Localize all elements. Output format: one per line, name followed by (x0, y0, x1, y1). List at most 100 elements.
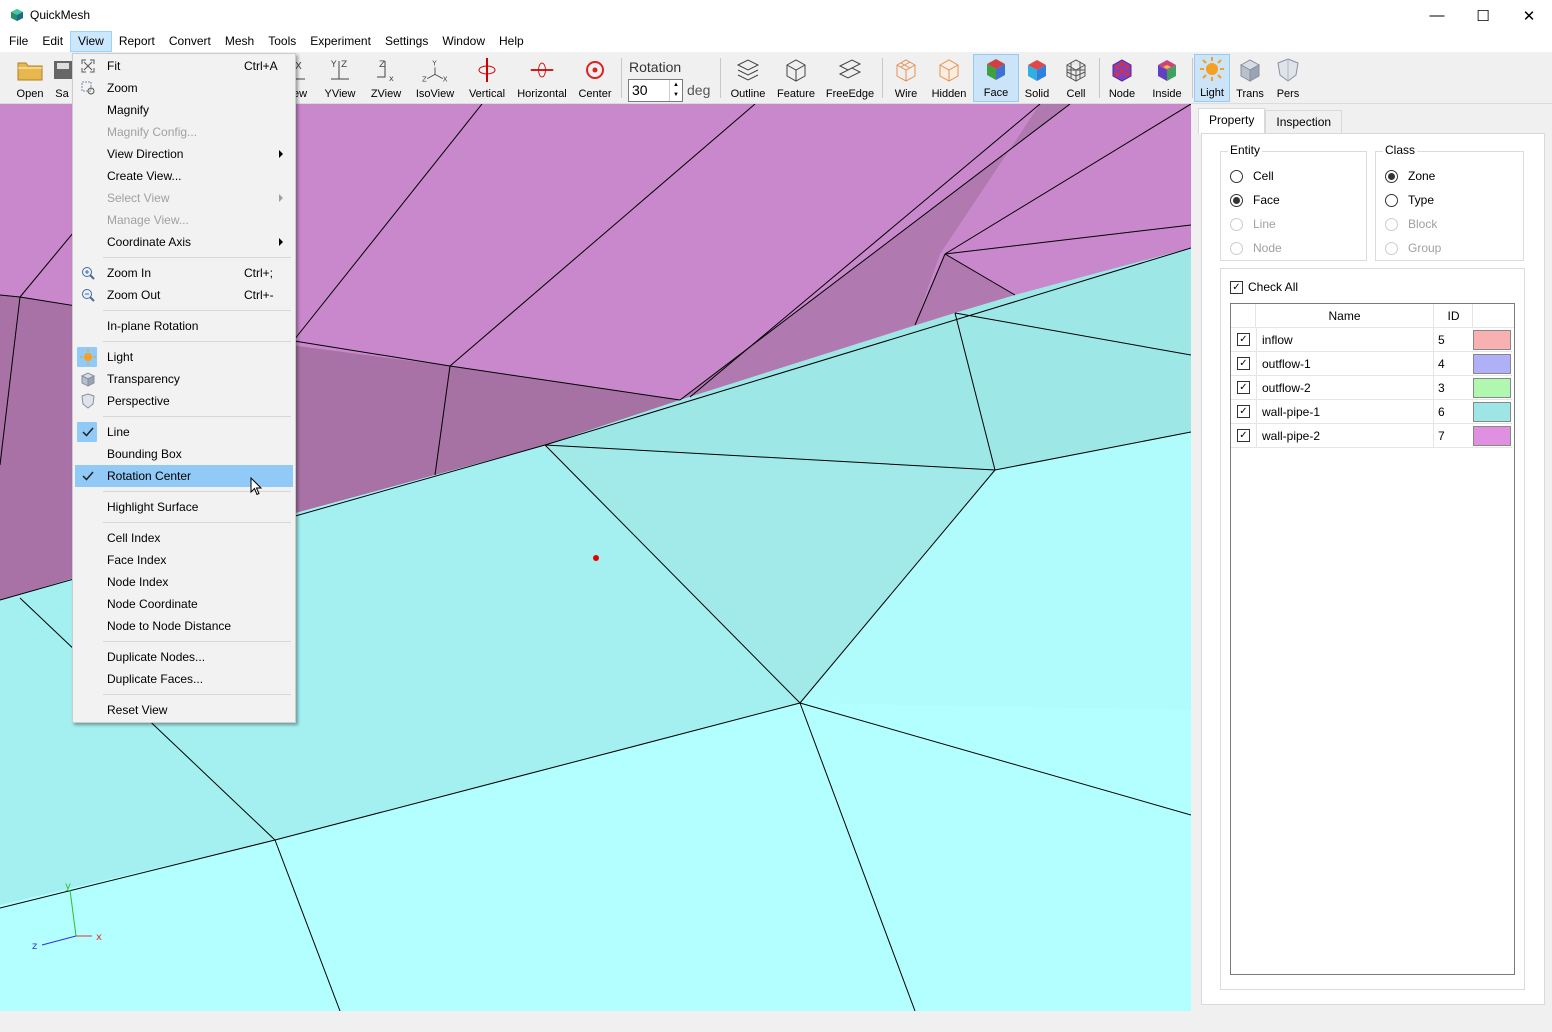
column-header-name[interactable]: Name (1255, 304, 1434, 328)
solid-cube-icon (1024, 56, 1050, 84)
menu-item-magnify[interactable]: Magnify (75, 99, 293, 121)
zone-row[interactable]: ✓ wall-pipe-2 7 (1231, 424, 1512, 448)
checkbox-checked-icon[interactable]: ✓ (1237, 333, 1250, 346)
menu-experiment[interactable]: Experiment (303, 31, 378, 52)
zone-color-swatch[interactable] (1473, 354, 1511, 374)
class-radio-type[interactable]: Type (1385, 192, 1434, 208)
menu-item-magnify-config[interactable]: Magnify Config... (75, 121, 293, 143)
wire-button[interactable]: Wire (888, 54, 924, 102)
menu-item-face-index[interactable]: Face Index (75, 549, 293, 571)
class-radio-zone[interactable]: Zone (1385, 168, 1435, 184)
menu-item-inplane-rotation[interactable]: In-plane Rotation (75, 315, 293, 337)
check-all-checkbox[interactable]: ✓ Check All (1230, 280, 1298, 294)
menu-help[interactable]: Help (492, 31, 531, 52)
cell-button[interactable]: Cell (1058, 54, 1094, 102)
light-label: Light (1200, 87, 1224, 99)
menu-item-duplicate-nodes[interactable]: Duplicate Nodes... (75, 646, 293, 668)
menu-item-zoom-in[interactable]: Zoom In Ctrl+; (75, 262, 293, 284)
rotation-spinner[interactable]: ▲ ▼ (669, 80, 682, 101)
zone-color-swatch[interactable] (1473, 426, 1511, 446)
trans-button[interactable]: Trans (1232, 54, 1268, 102)
minimize-button[interactable]: — (1414, 0, 1460, 31)
freeedge-button[interactable]: FreeEdge (824, 54, 876, 102)
zone-row[interactable]: ✓ outflow-2 3 (1231, 376, 1512, 400)
column-header-id[interactable]: ID (1435, 304, 1473, 328)
open-button[interactable]: Open (10, 54, 50, 102)
rotation-angle-input[interactable]: 30 ▲ ▼ (628, 79, 683, 102)
menu-item-zoom[interactable]: Zoom (75, 77, 293, 99)
zone-row[interactable]: ✓ wall-pipe-1 6 (1231, 400, 1512, 424)
menu-item-cell-index[interactable]: Cell Index (75, 527, 293, 549)
zone-color-swatch[interactable] (1473, 402, 1511, 422)
menu-item-bounding-box[interactable]: Bounding Box (75, 443, 293, 465)
menu-item-node-coordinate[interactable]: Node Coordinate (75, 593, 293, 615)
menu-settings[interactable]: Settings (378, 31, 435, 52)
menu-tools[interactable]: Tools (261, 31, 303, 52)
feature-button[interactable]: Feature (774, 54, 818, 102)
save-button[interactable]: Sa (52, 54, 72, 102)
menu-file[interactable]: File (0, 31, 35, 52)
isoview-button[interactable]: YZ X IsoView (412, 54, 458, 102)
menu-mesh[interactable]: Mesh (218, 31, 261, 52)
maximize-button[interactable]: ☐ (1460, 0, 1506, 31)
zone-id: 4 (1438, 357, 1445, 371)
entity-radio-node[interactable]: Node (1230, 240, 1282, 256)
menu-item-node-index[interactable]: Node Index (75, 571, 293, 593)
menu-edit[interactable]: Edit (35, 31, 70, 52)
pers-button[interactable]: Pers (1270, 54, 1306, 102)
highlight-surface-label: Highlight Surface (107, 500, 199, 514)
menu-convert[interactable]: Convert (162, 31, 218, 52)
checkbox-checked-icon[interactable]: ✓ (1237, 405, 1250, 418)
menu-item-line[interactable]: Line (75, 421, 293, 443)
zone-color-swatch[interactable] (1473, 378, 1511, 398)
outline-button[interactable]: Outline (728, 54, 768, 102)
checkbox-checked-icon[interactable]: ✓ (1237, 357, 1250, 370)
zone-row[interactable]: ✓ inflow 5 (1231, 328, 1512, 352)
menu-item-light[interactable]: Light (75, 346, 293, 368)
zone-name: outflow-2 (1256, 376, 1434, 400)
menu-item-manage-view[interactable]: Manage View... (75, 209, 293, 231)
menu-item-highlight-surface[interactable]: Highlight Surface (75, 496, 293, 518)
entity-radio-line[interactable]: Line (1230, 216, 1276, 232)
menu-item-transparency[interactable]: Transparency (75, 368, 293, 390)
menu-report[interactable]: Report (112, 31, 162, 52)
entity-radio-face[interactable]: Face (1230, 192, 1280, 208)
tab-property[interactable]: Property (1198, 108, 1266, 134)
close-button[interactable]: ✕ (1506, 0, 1552, 31)
zone-id: 3 (1438, 381, 1445, 395)
solid-button[interactable]: Solid (1020, 54, 1054, 102)
tab-inspection[interactable]: Inspection (1265, 110, 1343, 134)
menu-item-coordinate-axis[interactable]: Coordinate Axis (75, 231, 293, 253)
vertical-rotate-button[interactable]: Vertical (466, 54, 508, 102)
horizontal-rotate-button[interactable]: Horizontal (514, 54, 570, 102)
menu-item-zoom-out[interactable]: Zoom Out Ctrl+- (75, 284, 293, 306)
inside-button[interactable]: Inside (1146, 54, 1188, 102)
center-button[interactable]: Center (576, 54, 614, 102)
menu-item-view-direction[interactable]: View Direction (75, 143, 293, 165)
menu-view[interactable]: View (70, 31, 112, 52)
menu-item-create-view[interactable]: Create View... (75, 165, 293, 187)
entity-radio-cell[interactable]: Cell (1230, 168, 1274, 184)
class-radio-block[interactable]: Block (1385, 216, 1437, 232)
menu-item-duplicate-faces[interactable]: Duplicate Faces... (75, 668, 293, 690)
menu-item-perspective[interactable]: Perspective (75, 390, 293, 412)
hidden-button[interactable]: Hidden (928, 54, 970, 102)
svg-text:x: x (389, 74, 394, 83)
menu-window[interactable]: Window (435, 31, 492, 52)
zview-button[interactable]: Zx ZView (366, 54, 406, 102)
node-button[interactable]: Node (1104, 54, 1140, 102)
menu-item-select-view[interactable]: Select View (75, 187, 293, 209)
checkbox-checked-icon[interactable]: ✓ (1237, 429, 1250, 442)
menu-item-node-to-node-distance[interactable]: Node to Node Distance (75, 615, 293, 637)
zone-row[interactable]: ✓ outflow-1 4 (1231, 352, 1512, 376)
panel-tabs: Property Inspection (1198, 108, 1343, 134)
yview-button[interactable]: YZ YView (320, 54, 360, 102)
face-button[interactable]: Face (973, 54, 1019, 102)
menu-item-fit[interactable]: Fit Ctrl+A (75, 55, 293, 77)
light-button[interactable]: Light (1194, 54, 1230, 102)
class-radio-group[interactable]: Group (1385, 240, 1441, 256)
trans-label: Trans (1236, 88, 1264, 100)
checkbox-checked-icon[interactable]: ✓ (1237, 381, 1250, 394)
menu-item-reset-view[interactable]: Reset View (75, 699, 293, 721)
zone-color-swatch[interactable] (1473, 330, 1511, 350)
